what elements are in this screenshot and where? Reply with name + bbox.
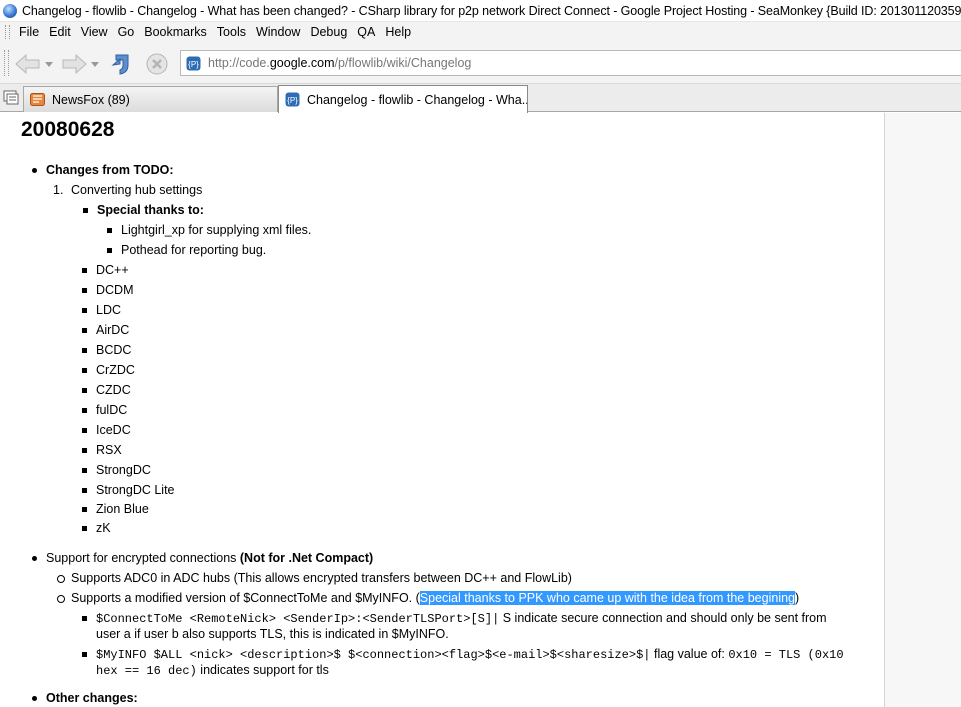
- client-item: DCDM: [82, 283, 134, 297]
- menu-window[interactable]: Window: [251, 23, 305, 41]
- wiki-content: 20080628 Changes from TODO: 1. Convertin…: [0, 113, 885, 707]
- tab-bar: NewsFox (89) {P} Changelog - flowlib - C…: [0, 84, 961, 113]
- toolbar-grip-icon[interactable]: [5, 25, 10, 39]
- client-item: StrongDC: [82, 463, 151, 477]
- myinfo-item: $MyINFO $ALL <nick> <description>$ $<con…: [82, 646, 844, 663]
- special-thanks-heading: Special thanks to:: [83, 203, 204, 217]
- tab-newsfox[interactable]: NewsFox (89): [23, 86, 278, 112]
- page-viewport[interactable]: 20080628 Changes from TODO: 1. Convertin…: [0, 113, 961, 707]
- myinfo-desc: indicates support for tls: [196, 663, 329, 677]
- forward-arrow-icon: [62, 53, 87, 75]
- client-item: AirDC: [81, 323, 130, 337]
- seamonkey-app-icon: [3, 3, 17, 18]
- connecttome-item: $ConnectToMe <RemoteNick> <SenderIp>:<Se…: [82, 610, 827, 627]
- back-arrow-icon: [15, 53, 40, 75]
- reload-button[interactable]: [109, 50, 135, 78]
- client-item: CrZDC: [82, 363, 135, 377]
- menu-qa[interactable]: QA: [352, 23, 380, 41]
- dropdown-arrow-icon: [45, 61, 53, 67]
- stop-button[interactable]: [144, 51, 170, 77]
- navigation-toolbar: {P} http://code. google.com/p/flowlib/wik…: [0, 42, 961, 84]
- toolbar-grip-icon[interactable]: [4, 50, 9, 76]
- myinfo-desc: flag value of:: [650, 647, 729, 661]
- connecttome-desc-cont: user a if user b also supports TLS, this…: [96, 627, 449, 641]
- modified-version-item: Supports a modified version of $ConnectT…: [56, 590, 800, 606]
- client-item: StrongDC Lite: [82, 483, 175, 497]
- list-all-tabs-icon[interactable]: [3, 90, 19, 105]
- connecttome-desc: S indicate secure connection and should …: [499, 611, 827, 625]
- selected-text[interactable]: Special thanks to PPK who came up with t…: [419, 591, 796, 605]
- menu-view[interactable]: View: [76, 23, 113, 41]
- url-path: /p/flowlib/wiki/Changelog: [334, 56, 472, 70]
- client-item: CZDC: [82, 383, 131, 397]
- encrypted-label: Support for encrypted connections: [46, 551, 240, 565]
- converting-hub-settings: Converting hub settings: [71, 183, 203, 197]
- code-snippet: hex == 16 dec): [96, 664, 197, 678]
- url-prefix: http://code.: [208, 56, 270, 70]
- stop-icon: [146, 53, 168, 75]
- svg-text:{P}: {P}: [287, 96, 298, 105]
- thanks-item: Lightgirl_xp for supplying xml files.: [106, 223, 312, 237]
- menu-tools[interactable]: Tools: [212, 23, 251, 41]
- code-snippet: 0x10 = TLS (0x10: [728, 648, 844, 662]
- menu-debug[interactable]: Debug: [305, 23, 352, 41]
- client-item: Zion Blue: [82, 502, 149, 516]
- dropdown-arrow-icon: [91, 61, 99, 67]
- tab-label: Changelog - flowlib - Changelog - Wha...: [307, 92, 528, 107]
- page-heading: 20080628: [21, 118, 115, 141]
- tab-changelog[interactable]: {P} Changelog - flowlib - Changelog - Wh…: [278, 85, 528, 113]
- client-item: BCDC: [81, 343, 132, 357]
- client-item: zK: [82, 521, 111, 535]
- adc0-support-item: Supports ADC0 in ADC hubs (This allows e…: [57, 571, 572, 585]
- forward-history-dropdown[interactable]: [90, 59, 100, 69]
- myinfo-desc-cont: hex == 16 dec) indicates support for tls: [96, 662, 329, 679]
- menu-bookmarks[interactable]: Bookmarks: [139, 23, 212, 41]
- list-number: 1.: [53, 183, 64, 197]
- client-item: IceDC: [82, 423, 131, 437]
- client-item: RSX: [82, 443, 122, 457]
- menu-help[interactable]: Help: [380, 23, 416, 41]
- menu-bar: File Edit View Go Bookmarks Tools Window…: [0, 22, 961, 42]
- svg-text:{P}: {P}: [188, 60, 199, 69]
- code-snippet: $MyINFO $ALL <nick> <description>$ $<con…: [96, 648, 651, 662]
- menu-file[interactable]: File: [14, 23, 44, 41]
- google-code-favicon-icon: {P}: [186, 56, 201, 70]
- google-code-favicon-icon: {P}: [285, 92, 300, 107]
- back-button[interactable]: [14, 51, 42, 77]
- client-item: LDC: [81, 303, 122, 317]
- url-host: google.com: [269, 56, 335, 70]
- thanks-item: Pothead for reporting bug.: [106, 243, 267, 257]
- title-bar: Changelog - flowlib - Changelog - What h…: [0, 0, 961, 22]
- modified-text: Supports a modified version of $ConnectT…: [71, 591, 420, 605]
- modified-text-end: ): [795, 591, 800, 605]
- forward-button[interactable]: [60, 51, 88, 77]
- code-snippet: $ConnectToMe <RemoteNick> <SenderIp>:<Se…: [96, 612, 500, 626]
- menu-edit[interactable]: Edit: [44, 23, 76, 41]
- page-sidebar: [885, 113, 961, 707]
- todo-heading: Changes from TODO:: [32, 163, 174, 177]
- reload-icon: [111, 54, 129, 75]
- newsfox-icon: [30, 93, 45, 106]
- window-title: Changelog - flowlib - Changelog - What h…: [22, 3, 961, 18]
- back-history-dropdown[interactable]: [44, 59, 54, 69]
- encrypted-note: (Not for .Net Compact): [239, 551, 374, 565]
- url-bar[interactable]: {P} http://code. google.com/p/flowlib/wik…: [180, 50, 961, 76]
- tab-label: NewsFox (89): [52, 92, 130, 107]
- client-item: fulDC: [81, 403, 128, 417]
- menu-go[interactable]: Go: [113, 23, 140, 41]
- encrypted-connections-item: Support for encrypted connections (Not f…: [31, 550, 374, 566]
- other-changes-heading: Other changes:: [32, 691, 138, 705]
- client-item: DC++: [82, 263, 129, 277]
